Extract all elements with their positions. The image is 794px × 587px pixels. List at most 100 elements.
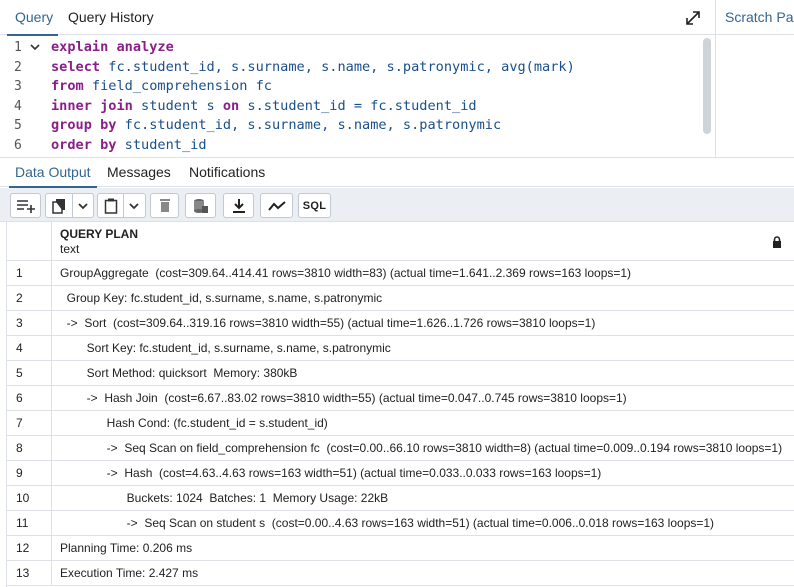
- row-number[interactable]: 1: [7, 261, 52, 286]
- sql-keyword: order by: [51, 136, 117, 153]
- sql-text: student s: [132, 97, 223, 114]
- row-number[interactable]: 11: [7, 511, 52, 536]
- delete-button[interactable]: [150, 193, 179, 218]
- row-number[interactable]: 2: [7, 286, 52, 311]
- query-plan-cell[interactable]: GroupAggregate (cost=309.64..414.41 rows…: [60, 261, 790, 286]
- code-line[interactable]: inner join student s on s.student_id = f…: [51, 97, 477, 117]
- sql-keyword: from: [51, 78, 84, 94]
- table-row[interactable]: 6 -> Hash Join (cost=6.67..83.02 rows=38…: [7, 386, 794, 411]
- expand-icon[interactable]: [684, 9, 702, 27]
- download-icon: [232, 198, 245, 213]
- tab-query-history[interactable]: Query History: [68, 0, 154, 35]
- sql-text: fc.student_id, s.surname, s.name, s.patr…: [100, 58, 575, 75]
- tab-messages[interactable]: Messages: [107, 158, 171, 187]
- sql-editor[interactable]: 1 2 3 4 5 6 explain analyze select fc.stu…: [0, 36, 715, 157]
- row-number[interactable]: 6: [7, 386, 52, 411]
- copy-button[interactable]: [45, 193, 94, 218]
- line-number: 2: [14, 59, 22, 75]
- query-plan-cell[interactable]: Planning Time: 0.206 ms: [60, 536, 790, 561]
- table-row[interactable]: 1 GroupAggregate (cost=309.64..414.41 row…: [7, 261, 794, 286]
- sql-keyword: select: [51, 58, 101, 75]
- tab-query[interactable]: Query: [6, 0, 59, 36]
- code-line[interactable]: order by student_id: [51, 136, 207, 156]
- sql-keyword: explain analyze: [51, 39, 174, 55]
- query-tabbar: Query Query History: [0, 0, 716, 36]
- scratch-pad-panel: Scratch Pad: [715, 0, 794, 158]
- sql-button[interactable]: SQL: [298, 193, 331, 218]
- save-data-button[interactable]: [185, 193, 216, 218]
- result-tabbar: Data Output Messages Notifications: [0, 157, 794, 188]
- row-number[interactable]: 9: [7, 461, 52, 486]
- row-number-header[interactable]: [7, 222, 52, 261]
- paste-button[interactable]: [97, 193, 146, 218]
- line-number: 3: [14, 79, 22, 94]
- sql-keyword: group by: [51, 117, 117, 133]
- query-plan-cell[interactable]: Buckets: 1024 Batches: 1 Memory Usage: 2…: [60, 486, 790, 511]
- add-row-button[interactable]: [10, 193, 41, 218]
- paste-icon: [104, 198, 118, 214]
- column-name[interactable]: QUERY PLAN: [60, 227, 138, 241]
- tab-scratch-pad[interactable]: Scratch Pad: [716, 0, 794, 35]
- code-line[interactable]: explain analyze: [51, 38, 174, 58]
- sql-keyword: inner join: [51, 97, 133, 114]
- query-plan-cell[interactable]: -> Seq Scan on student s (cost=0.00..4.6…: [60, 511, 790, 536]
- line-number: 6: [14, 137, 22, 153]
- editor-scrollbar[interactable]: [703, 38, 711, 134]
- row-number[interactable]: 3: [7, 311, 52, 336]
- row-number[interactable]: 8: [7, 436, 52, 461]
- code-line[interactable]: select fc.student_id, s.surname, s.name,…: [51, 58, 575, 78]
- row-number[interactable]: 4: [7, 336, 52, 361]
- tab-data-output[interactable]: Data Output: [9, 158, 96, 188]
- row-number[interactable]: 12: [7, 536, 52, 561]
- query-plan-cell[interactable]: Hash Cond: (fc.student_id = s.student_id…: [60, 411, 790, 436]
- table-row[interactable]: 7 Hash Cond: (fc.student_id = s.student_…: [7, 411, 794, 436]
- graph-visualiser-button[interactable]: [260, 193, 293, 218]
- line-number: 1: [14, 40, 22, 55]
- scratch-pad-label: Scratch Pad: [725, 9, 794, 25]
- table-row[interactable]: 3 -> Sort (cost=309.64..319.16 rows=3810…: [7, 311, 794, 336]
- sql-text: student_id: [116, 136, 207, 153]
- row-number[interactable]: 13: [7, 561, 52, 586]
- tab-notifications[interactable]: Notifications: [189, 158, 265, 187]
- column-type: text: [60, 242, 80, 256]
- table-row[interactable]: 8 -> Seq Scan on field_comprehension fc …: [7, 436, 794, 461]
- query-plan-cell[interactable]: -> Hash (cost=4.63..4.63 rows=163 width=…: [60, 461, 790, 486]
- chevron-down-icon: [129, 202, 139, 209]
- table-row[interactable]: 12 Planning Time: 0.206 ms: [7, 536, 794, 561]
- query-plan-cell[interactable]: -> Seq Scan on field_comprehension fc (c…: [60, 436, 790, 461]
- sql-text: field_comprehension fc: [83, 78, 272, 94]
- row-number[interactable]: 7: [7, 411, 52, 436]
- save-data-icon: [193, 198, 208, 213]
- fold-chevron-icon[interactable]: [29, 42, 41, 52]
- table-row[interactable]: 13 Execution Time: 2.427 ms: [7, 561, 794, 586]
- query-plan-cell[interactable]: Sort Key: fc.student_id, s.surname, s.na…: [60, 336, 790, 361]
- row-number[interactable]: 10: [7, 486, 52, 511]
- table-row[interactable]: 2 Group Key: fc.student_id, s.surname, s…: [7, 286, 794, 311]
- download-button[interactable]: [223, 193, 254, 218]
- delete-icon: [159, 199, 170, 212]
- copy-icon: [52, 198, 65, 214]
- table-row[interactable]: 5 Sort Method: quicksort Memory: 380kB: [7, 361, 794, 386]
- table-row[interactable]: 10 Buckets: 1024 Batches: 1 Memory Usage…: [7, 486, 794, 511]
- query-plan-cell[interactable]: Group Key: fc.student_id, s.surname, s.n…: [60, 286, 790, 311]
- sql-text: s.student_id = fc.student_id: [239, 97, 477, 114]
- lock-icon: [773, 236, 781, 248]
- sql-button-label: SQL: [302, 199, 327, 212]
- add-row-icon: [16, 199, 35, 213]
- query-plan-cell[interactable]: -> Hash Join (cost=6.67..83.02 rows=3810…: [60, 386, 790, 411]
- query-plan-cell[interactable]: -> Sort (cost=309.64..319.16 rows=3810 w…: [60, 311, 790, 336]
- table-row[interactable]: 4 Sort Key: fc.student_id, s.surname, s.…: [7, 336, 794, 361]
- sql-keyword: on: [222, 97, 240, 114]
- table-row[interactable]: 11 -> Seq Scan on student s (cost=0.00..…: [7, 511, 794, 536]
- row-number[interactable]: 5: [7, 361, 52, 386]
- table-row[interactable]: 9 -> Hash (cost=4.63..4.63 rows=163 widt…: [7, 461, 794, 486]
- sql-text: fc.student_id, s.surname, s.name, s.patr…: [116, 117, 502, 133]
- query-plan-cell[interactable]: Execution Time: 2.427 ms: [60, 561, 790, 586]
- graph-icon: [267, 200, 286, 211]
- grid-header: QUERY PLAN text: [7, 222, 794, 261]
- code-line[interactable]: group by fc.student_id, s.surname, s.nam…: [51, 116, 501, 136]
- code-line[interactable]: from field_comprehension fc: [51, 77, 272, 97]
- line-number: 5: [14, 118, 22, 133]
- line-gutter: 1 2 3 4 5 6: [0, 36, 46, 157]
- query-plan-cell[interactable]: Sort Method: quicksort Memory: 380kB: [60, 361, 790, 386]
